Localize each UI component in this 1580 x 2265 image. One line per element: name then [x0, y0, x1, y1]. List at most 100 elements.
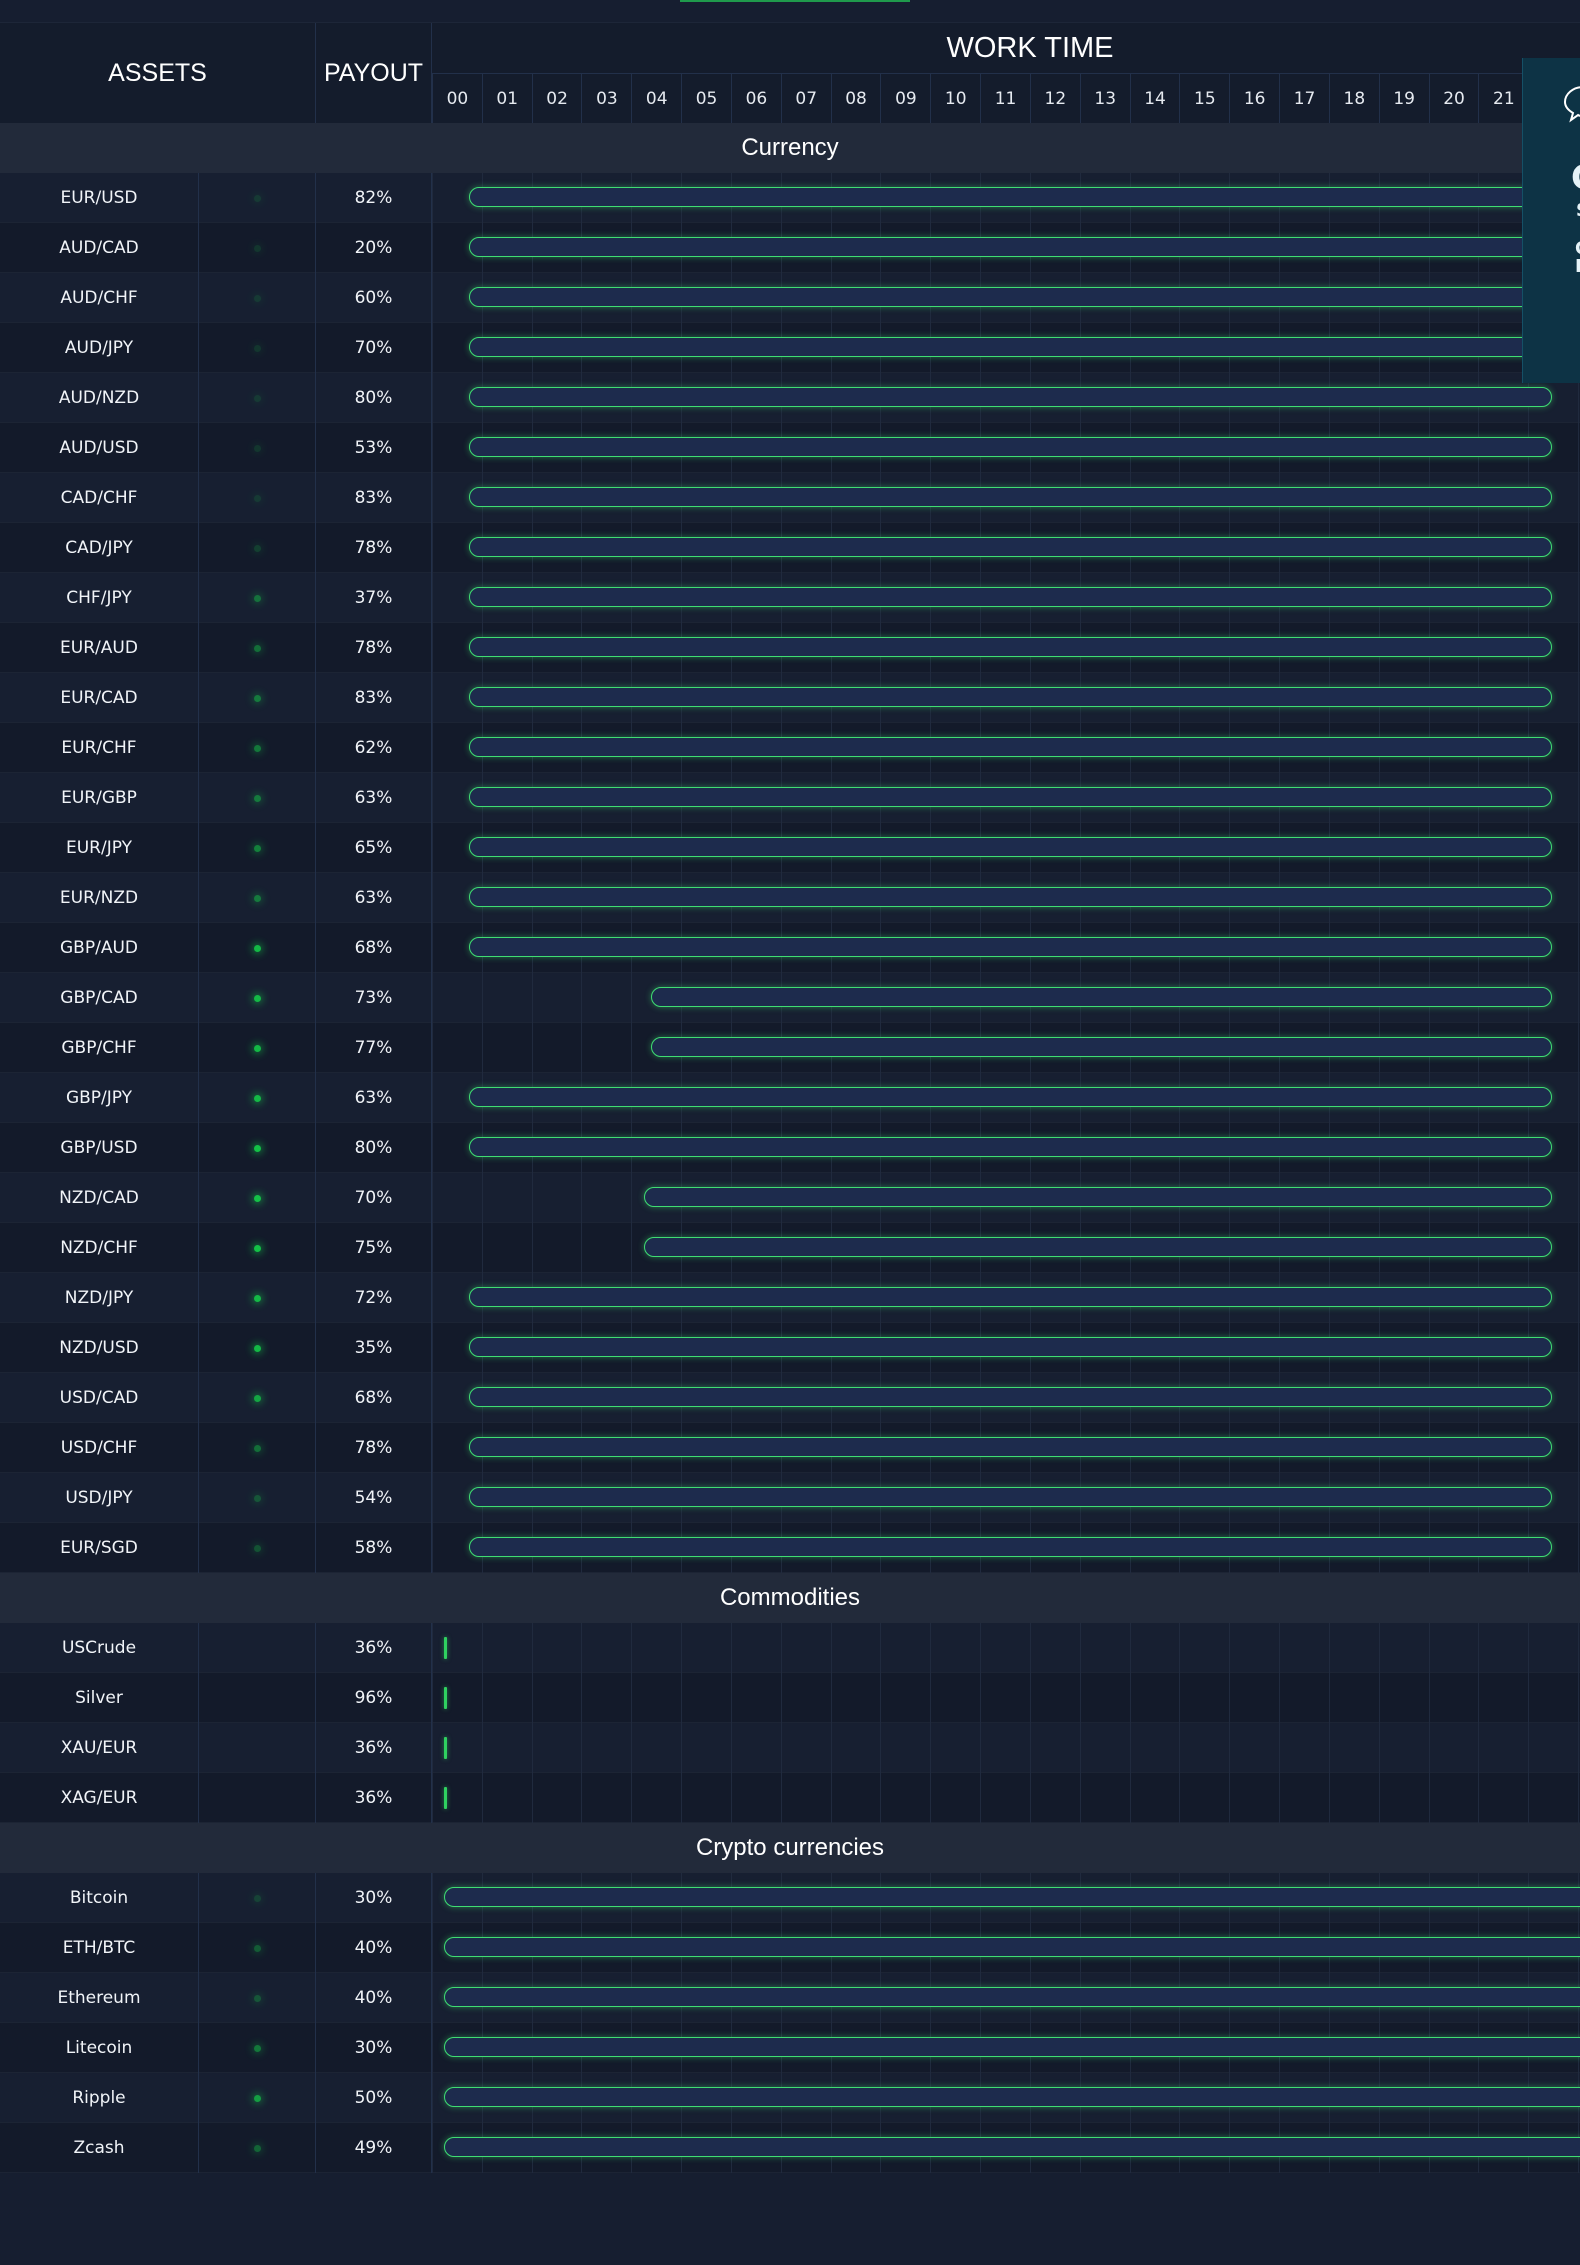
asset-name: USD/CHF [0, 1423, 199, 1473]
hour-gridline [481, 973, 483, 1023]
support-chat-panel[interactable]: C S C E [1522, 58, 1580, 383]
worktime-bar [643, 1237, 1552, 1257]
payout-column-header: PAYOUT [316, 23, 432, 124]
status-cell [199, 2123, 316, 2173]
hour-gridline [531, 1723, 533, 1773]
panel-glyph: S [1576, 200, 1580, 221]
asset-row[interactable]: NZD/JPY 72% [0, 1273, 1580, 1323]
asset-row[interactable]: CAD/JPY 78% [0, 523, 1580, 573]
status-cell [199, 1773, 316, 1823]
asset-row[interactable]: GBP/AUD 68% [0, 923, 1580, 973]
status-cell [199, 1673, 316, 1723]
status-cell [199, 423, 316, 473]
worktime-timeline [432, 2023, 1580, 2073]
hour-gridline [432, 1523, 433, 1573]
asset-row[interactable]: GBP/JPY 63% [0, 1073, 1580, 1123]
payout-value: 83% [316, 673, 432, 723]
asset-row[interactable]: EUR/JPY 65% [0, 823, 1580, 873]
asset-row[interactable]: XAG/EUR 36% [0, 1773, 1580, 1823]
hour-gridline [531, 1623, 533, 1673]
hour-gridline [432, 1423, 433, 1473]
hour-gridline [1578, 1123, 1580, 1173]
asset-row[interactable]: ETH/BTC 40% [0, 1923, 1580, 1973]
worktime-timeline [432, 1273, 1580, 1323]
asset-row[interactable]: EUR/CHF 62% [0, 723, 1580, 773]
status-cell [199, 2023, 316, 2073]
status-cell [199, 173, 316, 223]
asset-row[interactable]: EUR/USD 82% [0, 173, 1580, 223]
worktime-bar [651, 987, 1552, 1007]
hour-gridline [1279, 1723, 1281, 1773]
asset-row[interactable]: EUR/GBP 63% [0, 773, 1580, 823]
payout-value: 80% [316, 1123, 432, 1173]
asset-row[interactable]: GBP/CAD 73% [0, 973, 1580, 1023]
worktime-bar [469, 587, 1552, 607]
asset-row[interactable]: EUR/SGD 58% [0, 1523, 1580, 1573]
asset-row[interactable]: USD/CAD 68% [0, 1373, 1580, 1423]
asset-row[interactable]: NZD/CAD 70% [0, 1173, 1580, 1223]
hour-scale: 00 01 02 03 04 05 06 07 08 09 10 11 12 13 14 15 16 17 18 19… [432, 73, 1580, 124]
hour-gridline [1478, 1723, 1480, 1773]
chat-bubble-icon[interactable] [1563, 83, 1580, 123]
payout-value: 36% [316, 1623, 432, 1673]
worktime-timeline [432, 1373, 1580, 1423]
asset-name: NZD/JPY [0, 1273, 199, 1323]
asset-row[interactable]: Silver 96% [0, 1673, 1580, 1723]
worktime-timeline [432, 1923, 1580, 1973]
asset-row[interactable]: NZD/CHF 75% [0, 1223, 1580, 1273]
asset-row[interactable]: CHF/JPY 37% [0, 573, 1580, 623]
hour-gridline [432, 323, 433, 373]
asset-row[interactable]: AUD/NZD 80% [0, 373, 1580, 423]
asset-row[interactable]: USD/JPY 54% [0, 1473, 1580, 1523]
asset-name: ETH/BTC [0, 1923, 199, 1973]
asset-row[interactable]: NZD/USD 35% [0, 1323, 1580, 1373]
hour-gridline [631, 1723, 633, 1773]
worktime-timeline [432, 673, 1580, 723]
asset-row[interactable]: XAU/EUR 36% [0, 1723, 1580, 1773]
hour-gridline [1378, 1623, 1380, 1673]
asset-row[interactable]: AUD/CAD 20% [0, 223, 1580, 273]
asset-row[interactable]: EUR/NZD 63% [0, 873, 1580, 923]
asset-row[interactable]: Zcash 49% [0, 2123, 1580, 2173]
hour-gridline [1229, 1773, 1231, 1823]
status-dot-icon [253, 1144, 261, 1152]
asset-row[interactable]: AUD/JPY 70% [0, 323, 1580, 373]
hour-gridline [432, 2023, 433, 2073]
asset-row[interactable]: CAD/CHF 83% [0, 473, 1580, 523]
asset-row[interactable]: AUD/CHF 60% [0, 273, 1580, 323]
worktime-timeline [432, 1323, 1580, 1373]
asset-row[interactable]: Ethereum 40% [0, 1973, 1580, 2023]
status-cell [199, 1523, 316, 1573]
asset-row[interactable]: Ripple 50% [0, 2073, 1580, 2123]
asset-row[interactable]: GBP/USD 80% [0, 1123, 1580, 1173]
asset-name: Litecoin [0, 2023, 199, 2073]
asset-row[interactable]: GBP/CHF 77% [0, 1023, 1580, 1073]
status-cell [199, 623, 316, 673]
hour-gridline [1578, 873, 1580, 923]
worktime-bar [469, 1537, 1552, 1557]
hour-gridline [830, 1723, 832, 1773]
hour-gridline [1578, 623, 1580, 673]
asset-row[interactable]: Bitcoin 30% [0, 1873, 1580, 1923]
asset-row[interactable]: EUR/AUD 78% [0, 623, 1580, 673]
hour-label: 01 [481, 73, 532, 124]
asset-row[interactable]: EUR/CAD 83% [0, 673, 1580, 723]
worktime-timeline [432, 873, 1580, 923]
asset-row[interactable]: USCrude 36% [0, 1623, 1580, 1673]
hour-gridline [1578, 1773, 1580, 1823]
status-dot-icon [253, 1294, 261, 1302]
status-cell [199, 973, 316, 1023]
hour-gridline [1578, 1723, 1580, 1773]
asset-name: GBP/JPY [0, 1073, 199, 1123]
status-cell [199, 373, 316, 423]
status-dot-icon [253, 494, 261, 502]
hour-gridline [1428, 1673, 1430, 1723]
hour-gridline [481, 1673, 483, 1723]
asset-row[interactable]: AUD/USD 53% [0, 423, 1580, 473]
worktime-bar [469, 537, 1552, 557]
asset-row[interactable]: Litecoin 30% [0, 2023, 1580, 2073]
asset-name: Zcash [0, 2123, 199, 2173]
worktime-timeline [432, 523, 1580, 573]
hour-gridline [1428, 1773, 1430, 1823]
asset-row[interactable]: USD/CHF 78% [0, 1423, 1580, 1473]
